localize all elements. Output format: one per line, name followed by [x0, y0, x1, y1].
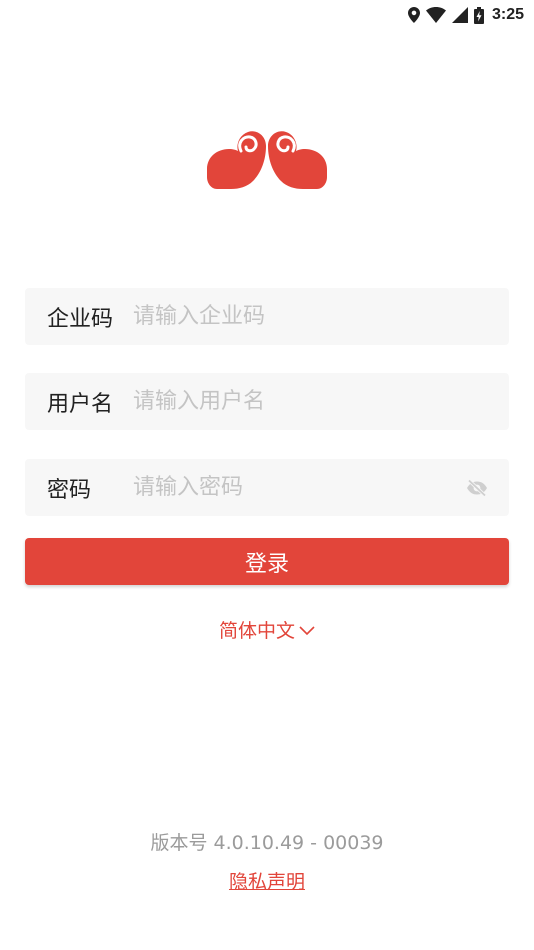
password-input[interactable] — [133, 459, 453, 516]
username-field[interactable]: 用户名 — [25, 373, 509, 430]
wifi-icon — [425, 7, 446, 23]
company-code-input[interactable] — [133, 288, 453, 345]
login-button[interactable]: 登录 — [25, 538, 509, 585]
signal-icon — [451, 7, 468, 23]
status-time: 3:25 — [491, 6, 524, 23]
company-code-label: 企业码 — [47, 306, 114, 332]
app-logo — [203, 127, 331, 191]
privacy-link-container: 隐私声明 — [0, 867, 534, 894]
privacy-link[interactable]: 隐私声明 — [229, 871, 305, 893]
username-input[interactable] — [133, 373, 453, 430]
eye-off-icon[interactable] — [465, 476, 489, 500]
password-field[interactable]: 密码 — [25, 459, 509, 516]
chevron-down-icon — [299, 619, 315, 641]
location-icon — [407, 7, 420, 23]
status-bar: 3:25 — [0, 0, 534, 30]
username-label: 用户名 — [47, 391, 114, 417]
battery-charging-icon — [473, 6, 484, 24]
company-code-field[interactable]: 企业码 — [25, 288, 509, 345]
version-text: 版本号 4.0.10.49 - 00039 — [150, 832, 384, 854]
language-selector[interactable]: 简体中文 — [0, 616, 534, 643]
language-label: 简体中文 — [218, 620, 295, 642]
login-screen: 3:25 企业码 用户名 密码 — [0, 0, 534, 950]
password-label: 密码 — [47, 477, 92, 503]
